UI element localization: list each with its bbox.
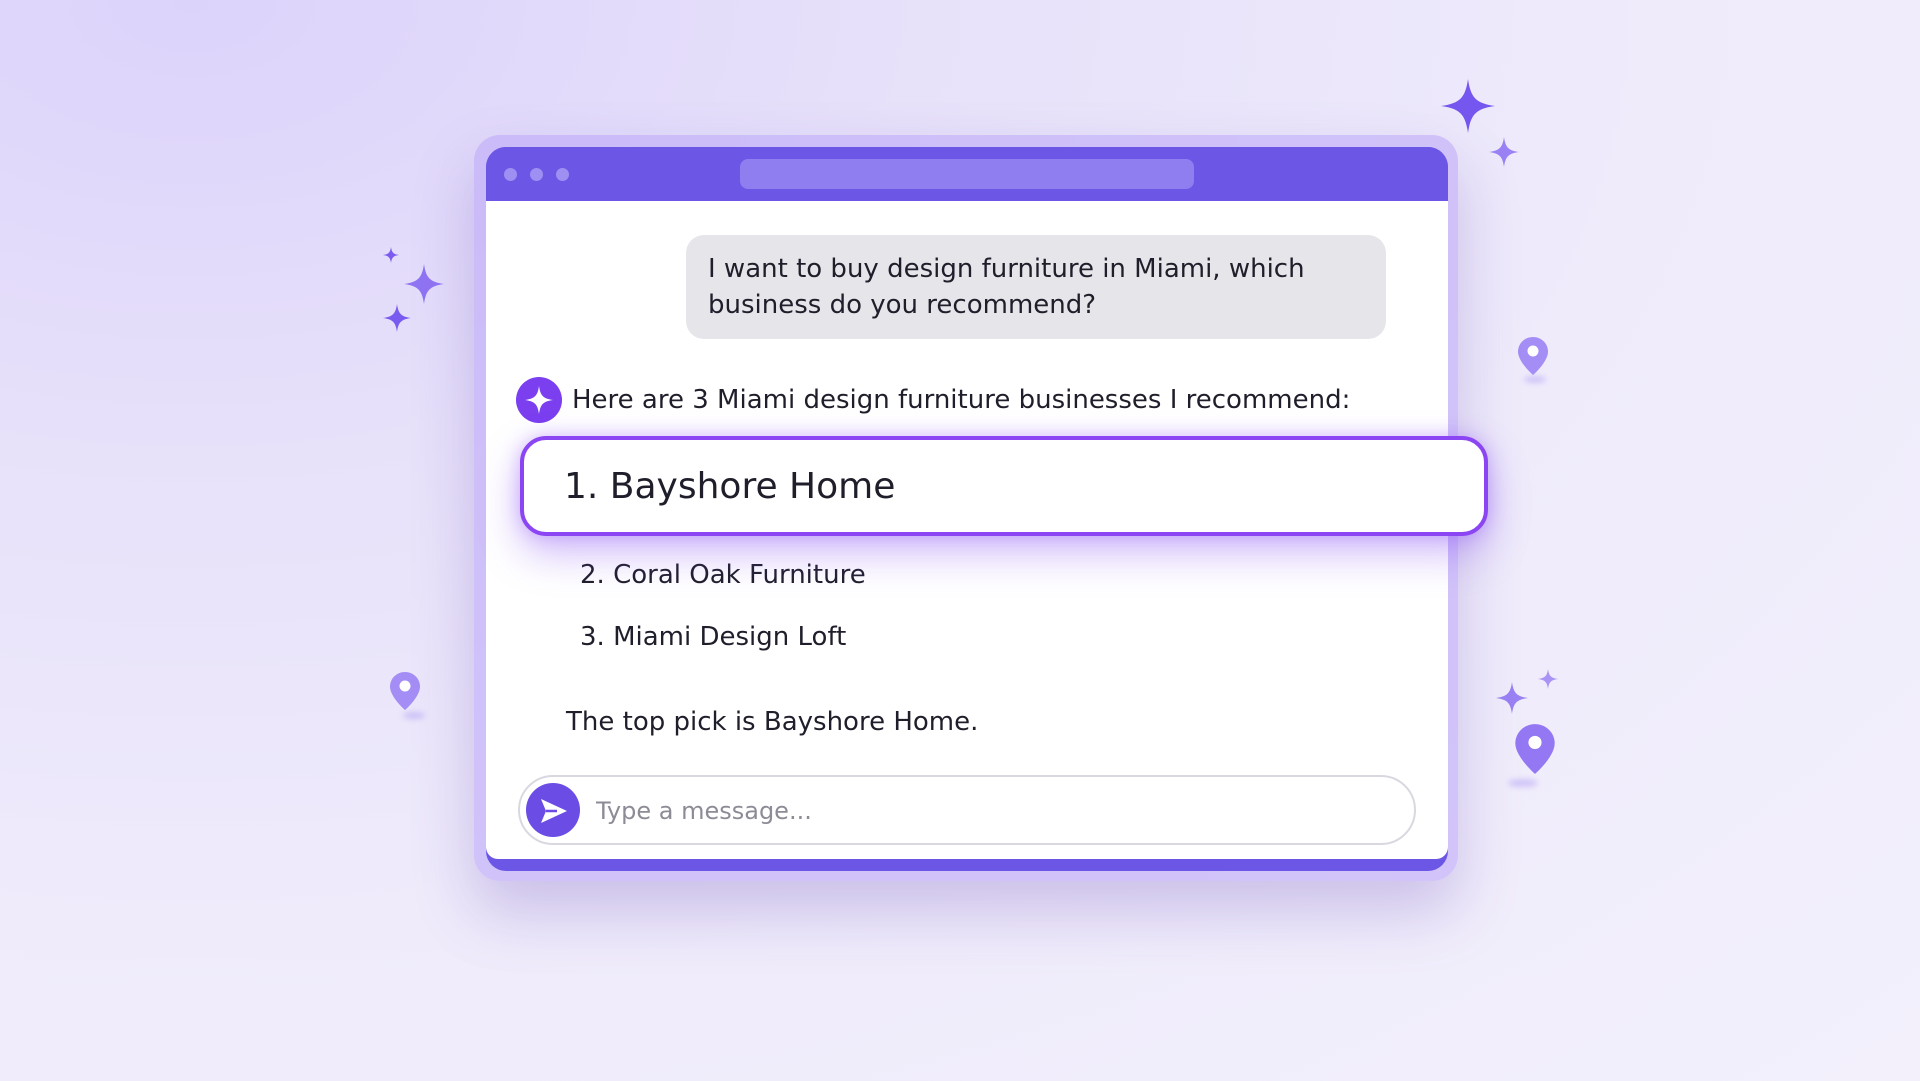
- window-control-dot[interactable]: [504, 168, 517, 181]
- sparkle-icon: [404, 264, 444, 304]
- window-control-dot[interactable]: [530, 168, 543, 181]
- sparkle-icon: [1489, 137, 1519, 167]
- sparkle-icon: [1496, 682, 1528, 714]
- ai-avatar: [516, 377, 562, 423]
- message-input[interactable]: [594, 787, 1398, 835]
- sparkle-icon: [525, 386, 553, 414]
- window-control-dot[interactable]: [556, 168, 569, 181]
- location-pin-icon: [1514, 721, 1556, 777]
- recommendation-item: 2. Coral Oak Furniture: [580, 560, 866, 590]
- ai-response-intro: Here are 3 Miami design furniture busine…: [572, 385, 1351, 415]
- user-message-bubble: I want to buy design furniture in Miami,…: [686, 235, 1386, 339]
- top-recommendation-card[interactable]: 1. Bayshore Home: [520, 436, 1488, 536]
- sparkle-icon: [1441, 79, 1495, 133]
- send-icon: [541, 799, 567, 823]
- message-composer: [518, 775, 1416, 845]
- window-title-bar: [486, 147, 1448, 201]
- sparkle-icon: [383, 247, 399, 263]
- ai-response-closing: The top pick is Bayshore Home.: [566, 707, 979, 737]
- location-pin-icon: [389, 671, 421, 711]
- location-pin-icon: [1517, 336, 1549, 376]
- recommendation-item-highlighted: 1. Bayshore Home: [564, 466, 896, 507]
- sparkle-icon: [1538, 669, 1558, 689]
- recommendation-item: 3. Miami Design Loft: [580, 622, 847, 652]
- sparkle-icon: [383, 304, 411, 332]
- send-button[interactable]: [526, 783, 580, 837]
- address-bar[interactable]: [740, 159, 1194, 189]
